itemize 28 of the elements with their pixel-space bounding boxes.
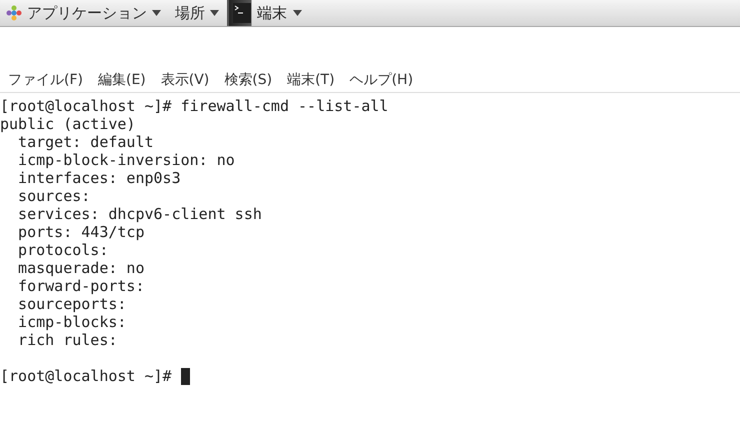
terminal-line: ports: 443/tcp	[17, 223, 146, 241]
menu-item[interactable]: 端末(T)	[287, 71, 335, 89]
terminal-line: services: dhcpv6-client ssh	[17, 205, 263, 223]
panel-menu[interactable]: アプリケーション	[0, 0, 169, 26]
terminal-line: [root@localhost ~]# firewall-cmd --list-all	[0, 97, 390, 115]
menu-item[interactable]: ファイル(F)	[8, 71, 83, 89]
caret-icon	[210, 10, 219, 16]
caret-icon	[293, 10, 302, 16]
caret-icon	[152, 10, 161, 16]
terminal-line: masquerade: no	[17, 259, 146, 277]
panel-menu[interactable]: 場所	[169, 0, 227, 26]
terminal-line: icmp-block-inversion: no	[17, 151, 236, 169]
terminal-line: interfaces: enp0s3	[17, 169, 182, 187]
menu-item[interactable]: 表示(V)	[160, 71, 210, 89]
menu-item[interactable]: 検索(S)	[224, 71, 272, 89]
terminal-prompt: [root@localhost ~]#	[0, 367, 172, 385]
menu-item[interactable]: 編集(E)	[98, 71, 146, 89]
terminal-line: sourceports:	[17, 295, 128, 313]
terminal-line: rich rules:	[17, 331, 118, 349]
terminal-icon	[233, 3, 251, 23]
terminal-line: forward-ports:	[17, 277, 146, 295]
menu-item[interactable]: ヘルプ(H)	[350, 71, 414, 89]
flower-icon	[6, 5, 22, 21]
terminal-line: target: default	[17, 133, 155, 151]
terminal-line: protocols:	[17, 241, 110, 259]
terminal-line: public (active)	[0, 115, 136, 133]
terminal-line: sources:	[17, 187, 92, 205]
terminal-line: icmp-blocks:	[17, 313, 128, 331]
